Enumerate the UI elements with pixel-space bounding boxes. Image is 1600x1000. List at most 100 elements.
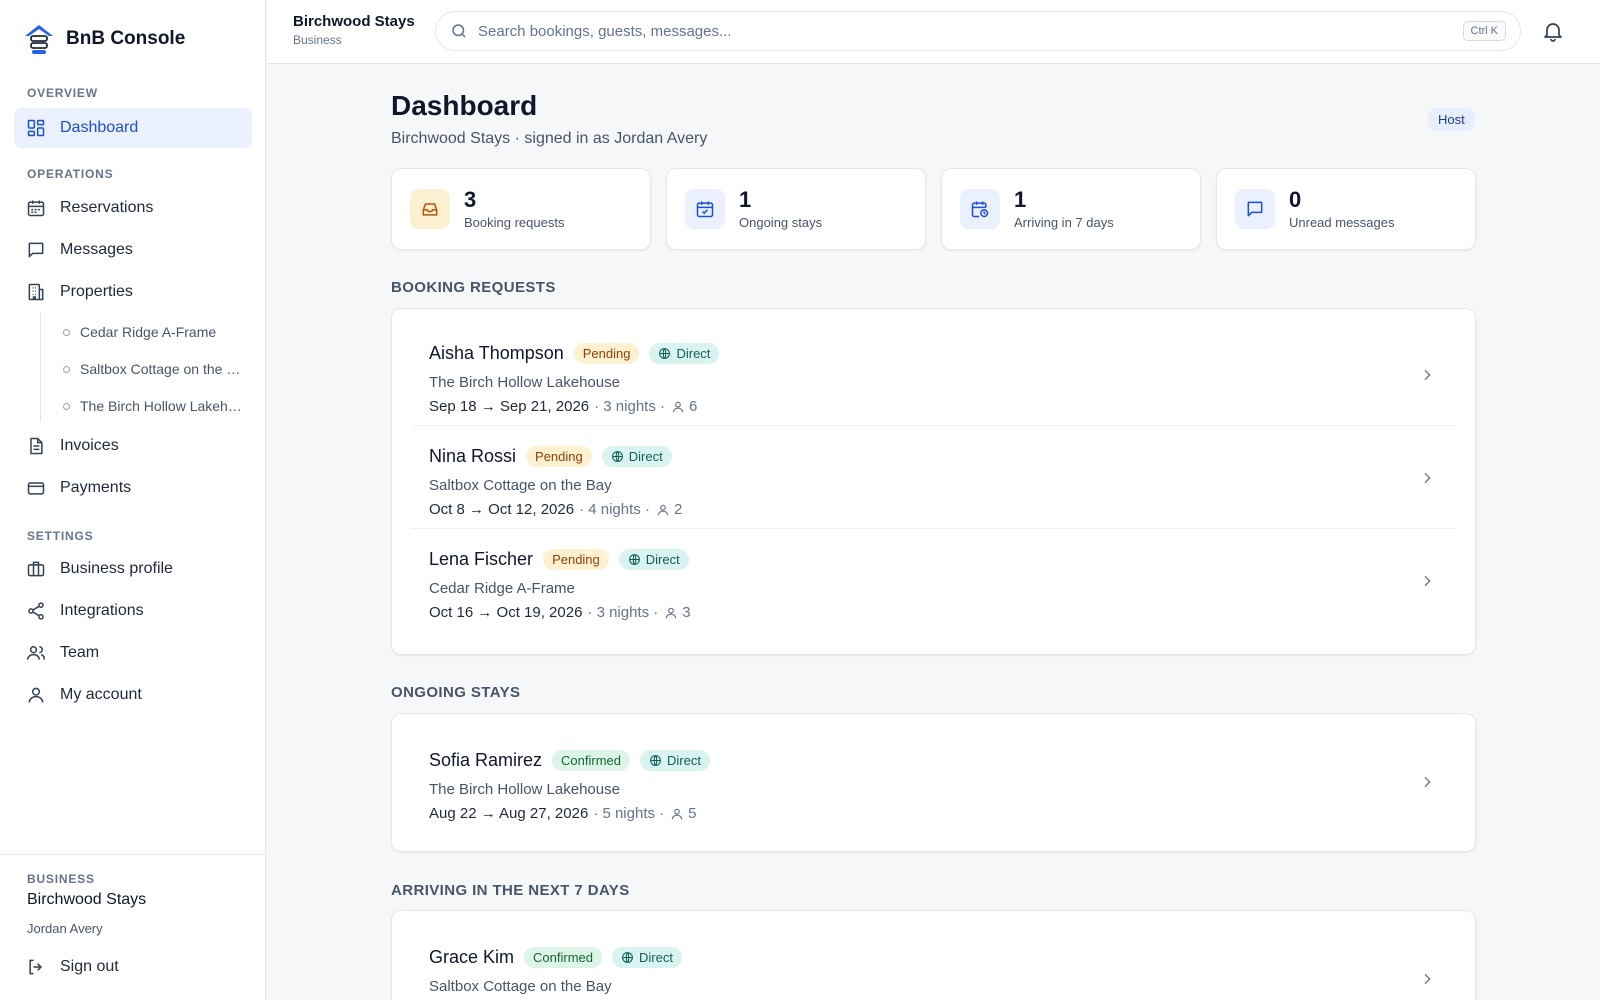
channel-badge: Direct bbox=[601, 446, 672, 467]
property-name: Saltbox Cottage on the Bay bbox=[429, 978, 612, 995]
sidebar-footer: BUSINESS Birchwood Stays Jordan Avery Si… bbox=[0, 854, 266, 1000]
sidebar-item-invoices[interactable]: Invoices bbox=[14, 426, 252, 466]
sidebar-item-reservations[interactable]: Reservations bbox=[14, 188, 252, 228]
sidebar-item-label: Messages bbox=[60, 241, 133, 258]
person-icon bbox=[657, 504, 669, 515]
property-link[interactable]: Cedar Ridge A-Frame bbox=[41, 316, 251, 348]
sidebar-item-label: Team bbox=[60, 644, 100, 661]
users-icon bbox=[26, 646, 46, 660]
property-link[interactable]: Saltbox Cottage on the Bay bbox=[41, 353, 251, 385]
booking-row[interactable]: Lena Fischer Pending Direct Cedar Ridge … bbox=[412, 529, 1455, 632]
sidebar-item-business-profile[interactable]: Business profile bbox=[14, 549, 252, 589]
bell-icon[interactable] bbox=[1541, 19, 1565, 43]
channel-badge: Direct bbox=[649, 343, 720, 364]
stat-card-arriving[interactable]: 1 Arriving in 7 days bbox=[941, 168, 1201, 250]
globe-icon bbox=[628, 554, 640, 565]
sidebar-item-my-account[interactable]: My account bbox=[14, 675, 252, 715]
sidebar-item-team[interactable]: Team bbox=[14, 633, 252, 673]
user-name: Jordan Avery bbox=[27, 921, 103, 936]
person-icon bbox=[666, 607, 677, 618]
stat-value: 1 bbox=[1014, 187, 1027, 212]
sidebar-item-properties[interactable]: Properties bbox=[14, 272, 252, 312]
channel-badge: Direct bbox=[618, 549, 689, 570]
property-link[interactable]: The Birch Hollow Lakehouse bbox=[41, 390, 251, 422]
section-label-settings: SETTINGS bbox=[27, 529, 94, 543]
file-text-icon bbox=[30, 437, 43, 455]
booking-row[interactable]: Nina Rossi Pending Direct Saltbox Cottag… bbox=[412, 426, 1455, 529]
section-title-ongoing-stays: ONGOING STAYS bbox=[391, 684, 521, 701]
status-badge: Confirmed bbox=[524, 947, 602, 968]
chevron-right-icon bbox=[1424, 575, 1431, 587]
booking-row[interactable]: Aisha Thompson Pending Direct The Birch … bbox=[412, 323, 1455, 426]
stay-row[interactable]: Sofia Ramirez Confirmed Direct The Birch… bbox=[412, 730, 1455, 833]
sign-out-label: Sign out bbox=[60, 958, 119, 975]
workspace-title: Birchwood Stays bbox=[293, 13, 415, 30]
status-badge: Pending bbox=[526, 446, 592, 467]
page-subtitle: Birchwood Stays · signed in as Jordan Av… bbox=[391, 130, 708, 147]
circle-icon bbox=[63, 328, 70, 336]
section-label-overview: OVERVIEW bbox=[27, 86, 98, 100]
stat-card-booking-requests[interactable]: 3 Booking requests bbox=[391, 168, 651, 250]
sidebar-item-label: Integrations bbox=[60, 602, 144, 619]
section-title-arriving: ARRIVING IN THE NEXT 7 DAYS bbox=[391, 882, 630, 899]
business-label: BUSINESS bbox=[27, 872, 95, 886]
sign-out-button[interactable]: Sign out bbox=[14, 947, 252, 987]
building-icon bbox=[28, 283, 44, 301]
grid-icon bbox=[27, 119, 45, 137]
properties-subnav: Cedar Ridge A-Frame Saltbox Cottage on t… bbox=[40, 312, 252, 422]
sidebar-item-integrations[interactable]: Integrations bbox=[14, 591, 252, 631]
calendar-clock-icon bbox=[971, 201, 989, 218]
role-badge: Host bbox=[1428, 108, 1475, 131]
stat-label: Ongoing stays bbox=[739, 215, 823, 230]
brand[interactable]: BnB Console bbox=[22, 22, 185, 56]
workspace-subtitle: Business bbox=[293, 33, 342, 47]
guest-name: Lena Fischer bbox=[429, 549, 534, 569]
arrival-row[interactable]: Grace Kim Confirmed Direct Saltbox Cotta… bbox=[412, 927, 1455, 1000]
nights-count: · 4 nights · bbox=[579, 501, 650, 518]
chevron-right-icon bbox=[1424, 776, 1431, 788]
message-square-icon bbox=[28, 242, 44, 258]
message-icon bbox=[1247, 201, 1263, 217]
stat-value: 3 bbox=[464, 187, 477, 212]
guest-count: 5 bbox=[688, 805, 697, 822]
stat-icon bbox=[1235, 189, 1275, 229]
sidebar-item-label: Properties bbox=[60, 283, 133, 300]
guest-name: Sofia Ramirez bbox=[429, 750, 543, 770]
nights-count: · 5 nights · bbox=[593, 805, 665, 822]
arriving-list: Grace Kim Confirmed Direct Saltbox Cotta… bbox=[391, 910, 1476, 1000]
search-bar[interactable]: Ctrl K bbox=[435, 11, 1521, 51]
property-name: Cedar Ridge A-Frame bbox=[429, 580, 575, 597]
booking-requests-list: Aisha Thompson Pending Direct The Birch … bbox=[391, 308, 1476, 655]
stat-card-unread-messages[interactable]: 0 Unread messages bbox=[1216, 168, 1476, 250]
section-title-booking-requests: BOOKING REQUESTS bbox=[391, 279, 556, 296]
sidebar-item-messages[interactable]: Messages bbox=[14, 230, 252, 270]
stat-value: 1 bbox=[739, 187, 752, 212]
section-label-operations: OPERATIONS bbox=[27, 167, 114, 181]
search-input[interactable] bbox=[478, 22, 1438, 40]
person-icon bbox=[672, 401, 684, 412]
stat-icon bbox=[410, 189, 450, 229]
guest-count: 2 bbox=[673, 501, 683, 518]
guest-count: 3 bbox=[682, 604, 691, 621]
sidebar-item-dashboard[interactable]: Dashboard bbox=[14, 108, 252, 148]
status-badge: Pending bbox=[543, 549, 609, 570]
sidebar-item-label: Reservations bbox=[60, 199, 154, 216]
status-badge: Confirmed bbox=[552, 750, 631, 771]
stat-card-ongoing-stays[interactable]: 1 Ongoing stays bbox=[666, 168, 926, 250]
sidebar-item-payments[interactable]: Payments bbox=[14, 468, 252, 508]
globe-icon bbox=[611, 451, 623, 462]
person-icon bbox=[671, 808, 683, 819]
chevron-right-icon bbox=[1424, 369, 1431, 381]
stat-value: 0 bbox=[1289, 187, 1302, 212]
stat-icon bbox=[685, 189, 725, 229]
stat-label: Unread messages bbox=[1289, 215, 1395, 230]
sidebar-item-label: Dashboard bbox=[60, 119, 139, 136]
sidebar-item-label: Payments bbox=[60, 479, 132, 496]
topbar: Birchwood Stays Business Ctrl K bbox=[267, 0, 1600, 64]
page-title: Dashboard bbox=[391, 90, 538, 121]
briefcase-icon bbox=[27, 561, 45, 577]
stay-dates: Sep 18 → Sep 21, 2026 bbox=[429, 398, 590, 415]
guest-count: 6 bbox=[689, 398, 698, 415]
share-icon bbox=[28, 602, 44, 620]
inbox-icon bbox=[422, 203, 438, 216]
